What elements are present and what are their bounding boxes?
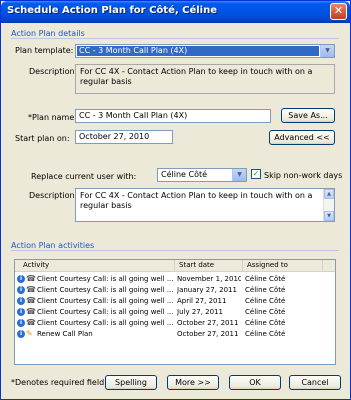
column-assigned-to[interactable]: Assigned to bbox=[243, 260, 323, 271]
assigned-cell: Céline Côté bbox=[245, 275, 286, 283]
activity-cell: Client Courtesy Call: is all going well … bbox=[37, 297, 174, 305]
plan-template-label: Plan template: bbox=[15, 46, 74, 55]
replace-user-value: Céline Côté bbox=[161, 170, 208, 179]
activities-divider bbox=[11, 250, 339, 251]
replace-user-label: Replace current user with: bbox=[31, 172, 137, 181]
column-activity[interactable]: Activity bbox=[15, 260, 175, 271]
cancel-button[interactable]: Cancel bbox=[289, 375, 341, 390]
table-row[interactable]: i ☎ Client Courtesy Call: is all going w… bbox=[15, 274, 335, 284]
start-date-cell: April 27, 2011 bbox=[177, 297, 227, 305]
window-title: Schedule Action Plan for Côté, Céline bbox=[7, 5, 218, 16]
phone-icon: ☎ bbox=[26, 318, 36, 327]
spelling-button[interactable]: Spelling bbox=[105, 375, 157, 390]
phone-icon: ☎ bbox=[26, 307, 36, 316]
plan-template-value: CC - 3 Month Call Plan (4X) bbox=[77, 46, 319, 56]
start-date-field[interactable]: October 27, 2010 bbox=[75, 130, 173, 144]
plan-name-field[interactable]: CC - 3 Month Call Plan (4X) bbox=[75, 109, 271, 123]
description2-label: Description: bbox=[29, 191, 78, 200]
close-icon: ✕ bbox=[333, 4, 344, 17]
phone-icon: ☎ bbox=[26, 296, 36, 305]
plan-template-select[interactable]: CC - 3 Month Call Plan (4X) ▼ bbox=[75, 44, 335, 58]
info-icon: i bbox=[17, 330, 25, 338]
description-label: Description: bbox=[29, 67, 78, 76]
assigned-cell: Céline Côté bbox=[245, 286, 286, 294]
assigned-cell: Céline Côté bbox=[245, 319, 286, 327]
start-plan-label: Start plan on: bbox=[15, 134, 70, 143]
description-text: For CC 4X - Contact Action Plan to keep … bbox=[80, 67, 313, 86]
assigned-cell: Céline Côté bbox=[245, 297, 286, 305]
description-field[interactable]: For CC 4X - Contact Action Plan to keep … bbox=[75, 188, 335, 222]
details-divider bbox=[11, 38, 339, 39]
table-row[interactable]: i ☎ Client Courtesy Call: is all going w… bbox=[15, 285, 335, 295]
activity-cell: Client Courtesy Call: is all going well … bbox=[37, 319, 174, 327]
activities-section-label: Action Plan activities bbox=[11, 241, 95, 250]
start-date-cell: October 27, 2011 bbox=[177, 319, 239, 327]
renew-icon: ✎ bbox=[26, 329, 33, 338]
table-row[interactable]: i ☎ Client Courtesy Call: is all going w… bbox=[15, 296, 335, 306]
info-icon: i bbox=[17, 319, 25, 327]
skip-non-work-days-label: Skip non-work days bbox=[264, 171, 343, 180]
table-header: Activity Start date Assigned to bbox=[15, 260, 335, 272]
dialog-window: Schedule Action Plan for Côté, Céline ✕ … bbox=[0, 0, 351, 400]
info-icon: i bbox=[17, 297, 25, 305]
required-field-note: *Denotes required field bbox=[11, 378, 105, 387]
scroll-up-icon[interactable]: ▲ bbox=[324, 189, 334, 199]
start-date-cell: July 27, 2011 bbox=[177, 308, 223, 316]
assigned-cell: Céline Côté bbox=[245, 308, 286, 316]
title-bar[interactable]: Schedule Action Plan for Côté, Céline ✕ bbox=[1, 1, 350, 23]
details-section-label: Action Plan details bbox=[11, 29, 85, 38]
activity-cell: Renew Call Plan bbox=[37, 330, 93, 338]
start-date-cell: November 1, 2010 bbox=[177, 275, 241, 283]
skip-non-work-days-checkbox[interactable]: ✓ bbox=[251, 169, 261, 179]
table-row[interactable]: i ✎ Renew Call Plan October 27, 2011 Cél… bbox=[15, 329, 335, 339]
start-date-cell: October 27, 2011 bbox=[177, 330, 239, 338]
chevron-down-icon[interactable]: ▼ bbox=[232, 169, 246, 181]
activity-cell: Client Courtesy Call: is all going well … bbox=[37, 275, 174, 283]
more-button[interactable]: More >> bbox=[167, 375, 219, 390]
description-scrollbar[interactable]: ▲ ▼ bbox=[323, 189, 334, 221]
ok-button[interactable]: OK bbox=[229, 375, 281, 390]
plan-name-label: *Plan name: bbox=[28, 113, 77, 122]
scroll-down-icon[interactable]: ▼ bbox=[324, 211, 334, 221]
description-readonly: For CC 4X - Contact Action Plan to keep … bbox=[75, 64, 335, 94]
phone-icon: ☎ bbox=[26, 285, 36, 294]
column-start-date[interactable]: Start date bbox=[175, 260, 243, 271]
activities-table[interactable]: Activity Start date Assigned to i ☎ Clie… bbox=[14, 259, 336, 365]
table-row[interactable]: i ☎ Client Courtesy Call: is all going w… bbox=[15, 318, 335, 328]
phone-icon: ☎ bbox=[26, 274, 36, 283]
info-icon: i bbox=[17, 308, 25, 316]
close-button[interactable]: ✕ bbox=[330, 3, 347, 20]
info-icon: i bbox=[17, 286, 25, 294]
activity-cell: Client Courtesy Call: is all going well … bbox=[37, 286, 174, 294]
description2-text: For CC 4X - Contact Action Plan to keep … bbox=[80, 191, 313, 210]
advanced-button[interactable]: Advanced << bbox=[269, 130, 335, 145]
save-as-button[interactable]: Save As... bbox=[281, 108, 335, 123]
activity-cell: Client Courtesy Call: is all going well … bbox=[37, 308, 174, 316]
start-date-cell: January 27, 2011 bbox=[177, 286, 237, 294]
info-icon: i bbox=[17, 275, 25, 283]
replace-user-select[interactable]: Céline Côté ▼ bbox=[157, 168, 247, 182]
chevron-down-icon[interactable]: ▼ bbox=[320, 45, 334, 57]
assigned-cell: Céline Côté bbox=[245, 330, 286, 338]
table-row[interactable]: i ☎ Client Courtesy Call: is all going w… bbox=[15, 307, 335, 317]
